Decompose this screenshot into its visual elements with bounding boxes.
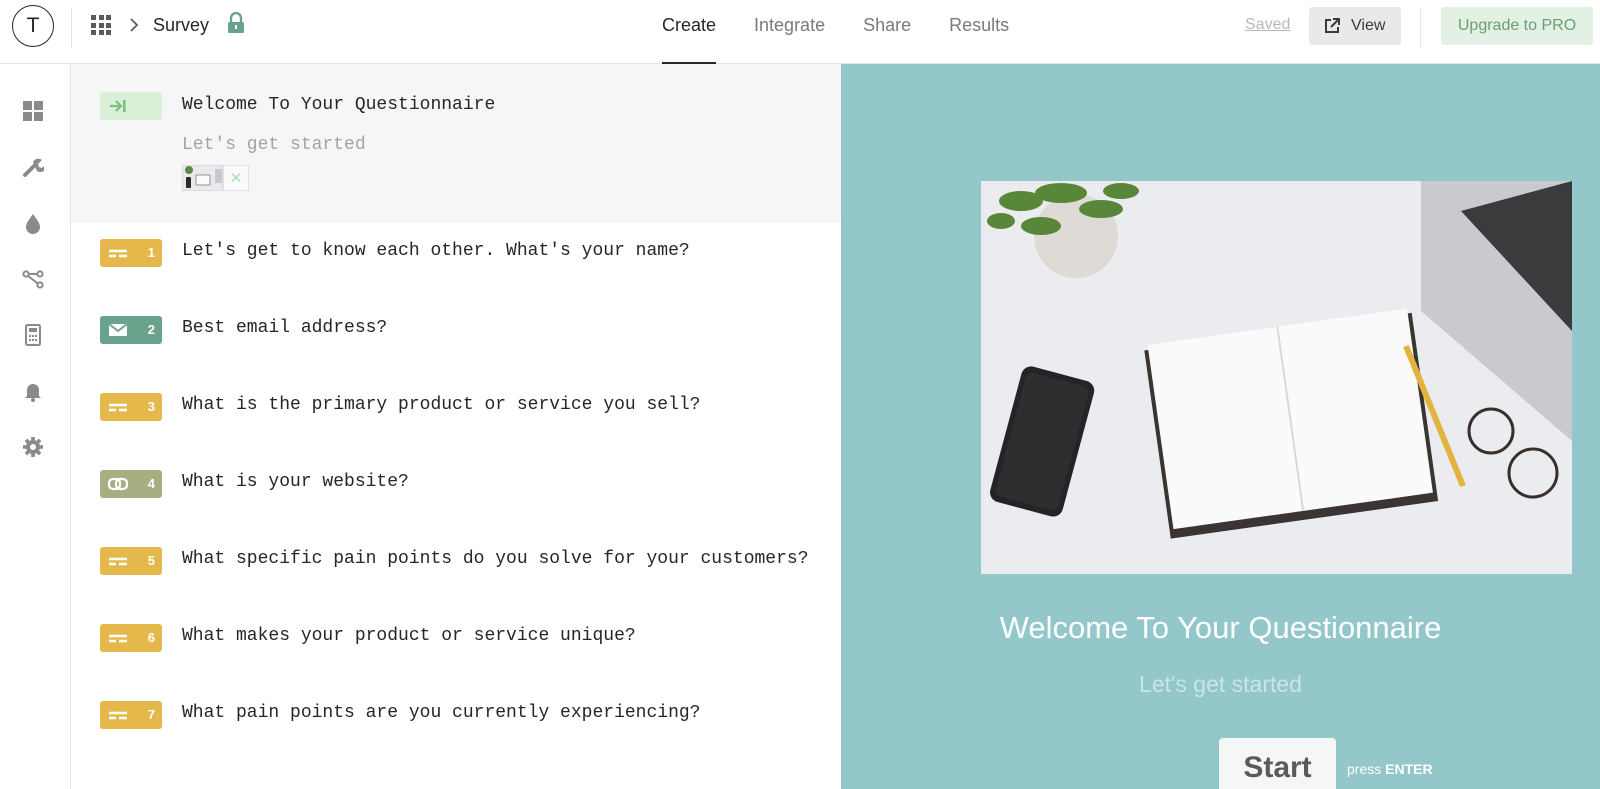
account-avatar[interactable]: T [12,5,54,47]
question-text: What makes your product or service uniqu… [182,626,636,646]
tab-create[interactable]: Create [662,0,717,64]
short-text-icon [109,403,127,412]
droplet-icon[interactable] [22,212,44,234]
question-text: Best email address? [182,318,388,338]
welcome-screen-item[interactable]: Welcome To Your Questionnaire Let's get … [71,64,841,223]
welcome-subtitle: Let's get started [182,135,366,155]
question-number: 1 [147,245,155,260]
desk-photo-thumbnail [183,166,222,190]
question-number: 2 [147,322,155,337]
preview-welcome-title: Welcome To Your Questionnaire [999,610,1442,645]
email-icon [108,323,128,336]
dashboard-icon[interactable] [22,100,44,122]
saved-status: Saved [1245,16,1291,33]
question-text: What specific pain points do you solve f… [182,549,809,569]
top-bar: T Survey Create Integrate Share Results … [0,0,1600,64]
external-link-icon [1325,18,1340,33]
remove-image-button[interactable]: ✕ [223,165,249,191]
short-text-icon [109,634,127,643]
gear-icon[interactable] [22,436,44,458]
press-enter-hint: press ENTER [1347,761,1433,777]
question-item[interactable]: 5 What specific pain points do you solve… [71,541,841,581]
question-text: What is your website? [182,472,409,492]
start-button[interactable]: Start [1219,738,1336,789]
welcome-badge [100,92,162,120]
question-text: What is the primary product or service y… [182,395,701,415]
welcome-enter-icon [110,100,126,112]
left-sidebar [0,64,71,789]
question-number: 4 [147,476,155,491]
lock-icon[interactable] [226,12,246,34]
tab-integrate[interactable]: Integrate [754,0,825,64]
wrench-icon[interactable] [22,156,44,178]
form-preview: Welcome To Your Questionnaire Let's get … [841,64,1600,789]
view-button-label: View [1351,17,1386,34]
main-tabs: Create Integrate Share Results [662,0,1047,64]
question-text: Let's get to know each other. What's you… [182,241,690,261]
divider [1420,8,1421,48]
question-item[interactable]: 1 Let's get to know each other. What's y… [71,233,841,273]
tab-results[interactable]: Results [949,0,1009,64]
question-item[interactable]: 3 What is the primary product or service… [71,387,841,427]
upgrade-button[interactable]: Upgrade to PRO [1441,7,1593,45]
desk-photo [981,181,1572,574]
chevron-right-icon [130,18,139,32]
question-badge: 3 [100,393,162,421]
question-badge: 6 [100,624,162,652]
question-number: 7 [147,707,155,722]
press-label: press [1347,761,1382,777]
welcome-title: Welcome To Your Questionnaire [182,95,496,115]
link-icon [108,477,128,491]
question-item[interactable]: 6 What makes your product or service uni… [71,618,841,658]
workspace-title[interactable]: Survey [153,15,209,36]
preview-welcome-subtitle: Let's get started [1139,671,1302,697]
divider [71,8,72,48]
short-text-icon [109,557,127,566]
enter-key-label: ENTER [1385,761,1433,777]
question-badge: 1 [100,239,162,267]
short-text-icon [109,249,127,258]
tab-share[interactable]: Share [863,0,911,64]
question-list: Welcome To Your Questionnaire Let's get … [71,64,841,789]
question-text: What pain points are you currently exper… [182,703,701,723]
question-badge: 2 [100,316,162,344]
logic-icon[interactable] [22,268,44,290]
bell-icon[interactable] [22,380,44,402]
question-number: 5 [147,553,155,568]
question-item[interactable]: 2 Best email address? [71,310,841,350]
welcome-image [981,181,1572,574]
question-item[interactable]: 4 What is your website? [71,464,841,504]
view-button[interactable]: View [1309,7,1401,45]
calculator-icon[interactable] [22,324,44,346]
question-badge: 4 [100,470,162,498]
question-item[interactable]: 7 What pain points are you currently exp… [71,695,841,735]
question-badge: 5 [100,547,162,575]
short-text-icon [109,711,127,720]
question-number: 3 [147,399,155,414]
apps-grid-icon[interactable] [91,15,111,35]
welcome-image-thumbnail[interactable] [182,165,223,191]
question-number: 6 [147,630,155,645]
question-badge: 7 [100,701,162,729]
